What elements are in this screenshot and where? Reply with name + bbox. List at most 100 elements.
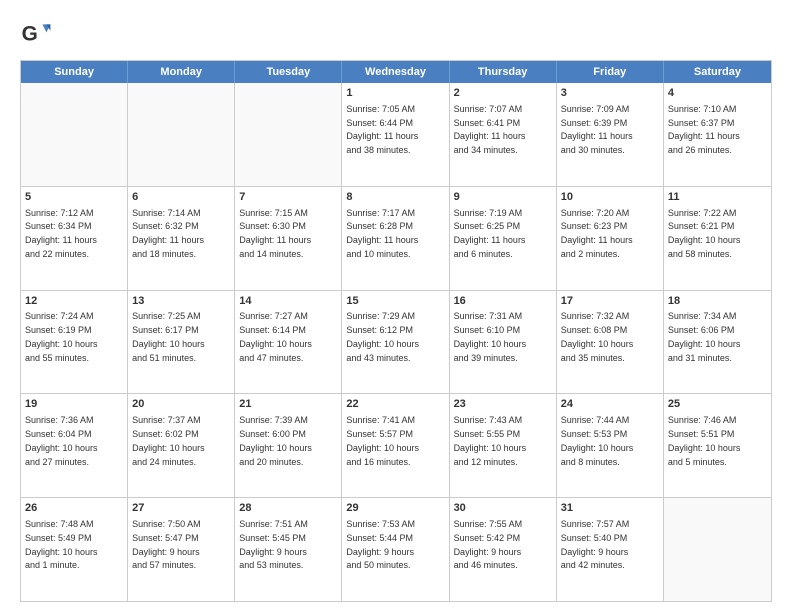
page: G SundayMondayTuesdayWednesdayThursdayFr… — [0, 0, 792, 612]
day-cell-25: 25 Sunrise: 7:46 AM Sunset: 5:51 PM Dayli… — [664, 394, 771, 497]
day-number: 10 — [561, 190, 659, 205]
day-number: 15 — [346, 294, 444, 309]
day-number: 23 — [454, 397, 552, 412]
header-day-thursday: Thursday — [450, 61, 557, 83]
day-info: Sunrise: 7:53 AM Sunset: 5:44 PM Dayligh… — [346, 519, 415, 570]
day-info: Sunrise: 7:50 AM Sunset: 5:47 PM Dayligh… — [132, 519, 201, 570]
calendar-week-2: 5 Sunrise: 7:12 AM Sunset: 6:34 PM Daylig… — [21, 187, 771, 291]
day-number: 14 — [239, 294, 337, 309]
day-number: 9 — [454, 190, 552, 205]
day-info: Sunrise: 7:43 AM Sunset: 5:55 PM Dayligh… — [454, 415, 527, 466]
day-number: 5 — [25, 190, 123, 205]
day-number: 21 — [239, 397, 337, 412]
calendar-header: SundayMondayTuesdayWednesdayThursdayFrid… — [21, 61, 771, 83]
day-cell-5: 5 Sunrise: 7:12 AM Sunset: 6:34 PM Daylig… — [21, 187, 128, 290]
day-info: Sunrise: 7:55 AM Sunset: 5:42 PM Dayligh… — [454, 519, 523, 570]
day-info: Sunrise: 7:32 AM Sunset: 6:08 PM Dayligh… — [561, 311, 634, 362]
day-cell-13: 13Sunrise: 7:25 AM Sunset: 6:17 PM Dayli… — [128, 291, 235, 394]
day-cell-26: 26Sunrise: 7:48 AM Sunset: 5:49 PM Dayli… — [21, 498, 128, 601]
header-day-sunday: Sunday — [21, 61, 128, 83]
day-cell-12: 12 Sunrise: 7:24 AM Sunset: 6:19 PM Dayli… — [21, 291, 128, 394]
day-cell-27: 27 Sunrise: 7:50 AM Sunset: 5:47 PM Dayli… — [128, 498, 235, 601]
day-info: Sunrise: 7:44 AM Sunset: 5:53 PM Dayligh… — [561, 415, 634, 466]
day-cell-18: 18 Sunrise: 7:34 AM Sunset: 6:06 PM Dayli… — [664, 291, 771, 394]
day-number: 19 — [25, 397, 123, 412]
calendar: SundayMondayTuesdayWednesdayThursdayFrid… — [20, 60, 772, 602]
day-number: 17 — [561, 294, 659, 309]
day-info: Sunrise: 7:22 AM Sunset: 6:21 PM Dayligh… — [668, 208, 741, 259]
day-number: 27 — [132, 501, 230, 516]
calendar-body: 1Sunrise: 7:05 AM Sunset: 6:44 PM Daylig… — [21, 83, 771, 601]
header-day-tuesday: Tuesday — [235, 61, 342, 83]
day-number: 6 — [132, 190, 230, 205]
day-cell-14: 14 Sunrise: 7:27 AM Sunset: 6:14 PM Dayli… — [235, 291, 342, 394]
day-number: 13 — [132, 294, 230, 309]
day-info: Sunrise: 7:19 AM Sunset: 6:25 PM Dayligh… — [454, 208, 526, 259]
day-cell-31: 31Sunrise: 7:57 AM Sunset: 5:40 PM Dayli… — [557, 498, 664, 601]
day-info: Sunrise: 7:05 AM Sunset: 6:44 PM Dayligh… — [346, 104, 418, 155]
day-info: Sunrise: 7:34 AM Sunset: 6:06 PM Dayligh… — [668, 311, 741, 362]
day-info: Sunrise: 7:15 AM Sunset: 6:30 PM Dayligh… — [239, 208, 311, 259]
day-info: Sunrise: 7:24 AM Sunset: 6:19 PM Dayligh… — [25, 311, 98, 362]
day-info: Sunrise: 7:39 AM Sunset: 6:00 PM Dayligh… — [239, 415, 312, 466]
day-info: Sunrise: 7:27 AM Sunset: 6:14 PM Dayligh… — [239, 311, 312, 362]
calendar-week-1: 1Sunrise: 7:05 AM Sunset: 6:44 PM Daylig… — [21, 83, 771, 187]
logo-icon: G — [20, 18, 52, 50]
day-number: 16 — [454, 294, 552, 309]
day-cell-7: 7 Sunrise: 7:15 AM Sunset: 6:30 PM Daylig… — [235, 187, 342, 290]
day-info: Sunrise: 7:46 AM Sunset: 5:51 PM Dayligh… — [668, 415, 741, 466]
logo: G — [20, 18, 56, 50]
calendar-week-3: 12 Sunrise: 7:24 AM Sunset: 6:19 PM Dayli… — [21, 291, 771, 395]
day-number: 4 — [668, 86, 767, 101]
svg-text:G: G — [22, 22, 38, 45]
empty-cell — [664, 498, 771, 601]
day-cell-24: 24 Sunrise: 7:44 AM Sunset: 5:53 PM Dayli… — [557, 394, 664, 497]
day-info: Sunrise: 7:41 AM Sunset: 5:57 PM Dayligh… — [346, 415, 419, 466]
day-cell-20: 20 Sunrise: 7:37 AM Sunset: 6:02 PM Dayli… — [128, 394, 235, 497]
header-day-wednesday: Wednesday — [342, 61, 449, 83]
header-day-monday: Monday — [128, 61, 235, 83]
day-info: Sunrise: 7:07 AM Sunset: 6:41 PM Dayligh… — [454, 104, 526, 155]
day-cell-2: 2Sunrise: 7:07 AM Sunset: 6:41 PM Daylig… — [450, 83, 557, 186]
calendar-week-4: 19Sunrise: 7:36 AM Sunset: 6:04 PM Dayli… — [21, 394, 771, 498]
day-number: 3 — [561, 86, 659, 101]
day-info: Sunrise: 7:10 AM Sunset: 6:37 PM Dayligh… — [668, 104, 740, 155]
day-number: 7 — [239, 190, 337, 205]
day-info: Sunrise: 7:37 AM Sunset: 6:02 PM Dayligh… — [132, 415, 205, 466]
day-cell-9: 9 Sunrise: 7:19 AM Sunset: 6:25 PM Daylig… — [450, 187, 557, 290]
day-number: 25 — [668, 397, 767, 412]
day-info: Sunrise: 7:51 AM Sunset: 5:45 PM Dayligh… — [239, 519, 308, 570]
day-number: 18 — [668, 294, 767, 309]
day-info: Sunrise: 7:31 AM Sunset: 6:10 PM Dayligh… — [454, 311, 527, 362]
day-number: 22 — [346, 397, 444, 412]
empty-cell — [235, 83, 342, 186]
empty-cell — [21, 83, 128, 186]
day-info: Sunrise: 7:57 AM Sunset: 5:40 PM Dayligh… — [561, 519, 630, 570]
day-cell-23: 23 Sunrise: 7:43 AM Sunset: 5:55 PM Dayli… — [450, 394, 557, 497]
day-cell-1: 1Sunrise: 7:05 AM Sunset: 6:44 PM Daylig… — [342, 83, 449, 186]
day-cell-17: 17 Sunrise: 7:32 AM Sunset: 6:08 PM Dayli… — [557, 291, 664, 394]
day-number: 29 — [346, 501, 444, 516]
day-cell-6: 6 Sunrise: 7:14 AM Sunset: 6:32 PM Daylig… — [128, 187, 235, 290]
day-number: 30 — [454, 501, 552, 516]
day-cell-22: 22 Sunrise: 7:41 AM Sunset: 5:57 PM Dayli… — [342, 394, 449, 497]
day-number: 24 — [561, 397, 659, 412]
day-info: Sunrise: 7:48 AM Sunset: 5:49 PM Dayligh… — [25, 519, 98, 570]
header-day-friday: Friday — [557, 61, 664, 83]
day-info: Sunrise: 7:14 AM Sunset: 6:32 PM Dayligh… — [132, 208, 204, 259]
day-number: 28 — [239, 501, 337, 516]
day-cell-15: 15Sunrise: 7:29 AM Sunset: 6:12 PM Dayli… — [342, 291, 449, 394]
day-cell-19: 19Sunrise: 7:36 AM Sunset: 6:04 PM Dayli… — [21, 394, 128, 497]
day-cell-30: 30 Sunrise: 7:55 AM Sunset: 5:42 PM Dayli… — [450, 498, 557, 601]
empty-cell — [128, 83, 235, 186]
header: G — [20, 18, 772, 50]
day-info: Sunrise: 7:17 AM Sunset: 6:28 PM Dayligh… — [346, 208, 418, 259]
day-cell-10: 10 Sunrise: 7:20 AM Sunset: 6:23 PM Dayli… — [557, 187, 664, 290]
day-cell-3: 3 Sunrise: 7:09 AM Sunset: 6:39 PM Daylig… — [557, 83, 664, 186]
day-number: 20 — [132, 397, 230, 412]
day-number: 12 — [25, 294, 123, 309]
day-info: Sunrise: 7:12 AM Sunset: 6:34 PM Dayligh… — [25, 208, 97, 259]
day-info: Sunrise: 7:20 AM Sunset: 6:23 PM Dayligh… — [561, 208, 633, 259]
day-cell-4: 4 Sunrise: 7:10 AM Sunset: 6:37 PM Daylig… — [664, 83, 771, 186]
day-info: Sunrise: 7:09 AM Sunset: 6:39 PM Dayligh… — [561, 104, 633, 155]
